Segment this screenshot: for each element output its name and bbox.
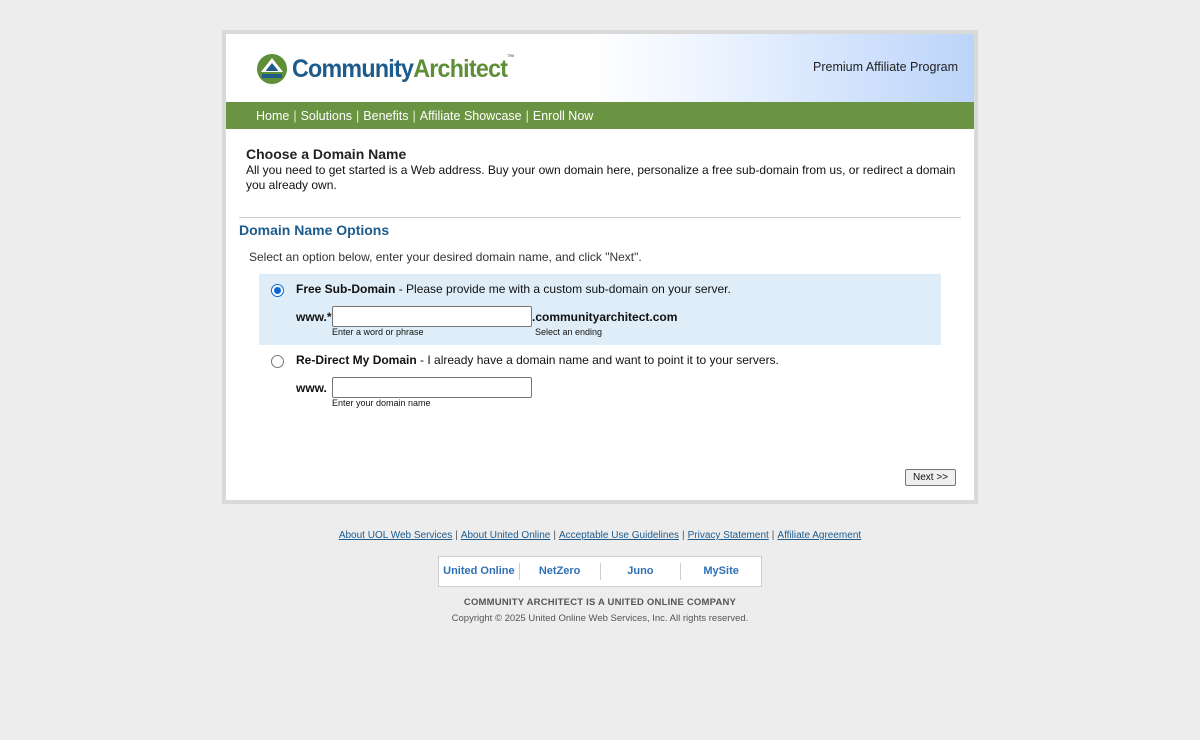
trademark-symbol: ™	[507, 52, 515, 62]
intro-text: All you need to get started is a Web add…	[246, 163, 956, 192]
option-title: Free Sub-Domain	[296, 282, 396, 296]
instructions-text: Select an option below, enter your desir…	[249, 250, 642, 264]
nav-benefits[interactable]: Benefits	[363, 109, 408, 123]
logo-word-community: Community	[292, 54, 414, 83]
nav-home[interactable]: Home	[256, 109, 289, 123]
next-button[interactable]: Next >>	[905, 469, 956, 486]
subdomain-input[interactable]	[332, 306, 532, 327]
nav-separator: |	[525, 108, 529, 123]
content-panel: CommunityArchitect™ Premium Affiliate Pr…	[226, 34, 974, 500]
section-divider	[239, 217, 961, 218]
nav-solutions[interactable]: Solutions	[301, 109, 352, 123]
page-title: Choose a Domain Name	[246, 146, 407, 162]
footer-link-affiliate-agreement[interactable]: Affiliate Agreement	[777, 530, 861, 541]
brand-mysite[interactable]: MySite	[680, 563, 761, 580]
footer-link-about-uol[interactable]: About UOL Web Services	[339, 530, 452, 541]
radio-redirect-domain[interactable]	[271, 355, 284, 368]
footer-separator: |	[553, 530, 556, 541]
option-label: Free Sub-Domain - Please provide me with…	[296, 282, 731, 296]
program-title: Premium Affiliate Program	[813, 60, 958, 74]
www-prefix: www.	[296, 381, 327, 395]
logo[interactable]: CommunityArchitect™	[256, 52, 531, 86]
domain-input[interactable]	[332, 377, 532, 398]
domain-suffix: .communityarchitect.com	[532, 310, 678, 324]
footer-link-privacy[interactable]: Privacy Statement	[688, 530, 769, 541]
option-title: Re-Direct My Domain	[296, 353, 417, 367]
intro: Choose a Domain Name All you need to get…	[246, 146, 962, 193]
copyright: Copyright © 2025 United Online Web Servi…	[451, 613, 749, 624]
brand-united-online[interactable]: United Online	[439, 563, 519, 580]
page-header: CommunityArchitect™ Premium Affiliate Pr…	[226, 34, 974, 102]
brand-netzero[interactable]: NetZero	[518, 563, 600, 580]
domain-hint: Enter your domain name	[332, 398, 431, 408]
footer-separator: |	[771, 530, 775, 541]
footer-link-about-united-online[interactable]: About United Online	[461, 530, 551, 541]
company-statement: COMMUNITY ARCHITECT IS A UNITED ONLINE C…	[463, 597, 737, 608]
logo-word-architect: Architect	[413, 54, 508, 83]
suffix-hint: Select an ending	[535, 327, 603, 337]
main-nav: Home | Solutions | Benefits | Affiliate …	[226, 102, 974, 129]
option-description: - Please provide me with a custom sub-do…	[395, 282, 731, 296]
www-prefix: www.*	[296, 310, 332, 324]
logo-mark-icon	[257, 54, 287, 84]
subdomain-hint: Enter a word or phrase	[332, 327, 424, 337]
section-title: Domain Name Options	[239, 222, 390, 238]
nav-enroll-now[interactable]: Enroll Now	[533, 109, 593, 123]
nav-separator: |	[356, 108, 360, 123]
option-free-subdomain[interactable]: Free Sub-Domain - Please provide me with…	[259, 274, 941, 345]
option-label: Re-Direct My Domain - I already have a d…	[296, 353, 779, 367]
option-description: - I already have a domain name and want …	[416, 353, 779, 367]
nav-separator: |	[412, 108, 416, 123]
nav-separator: |	[293, 108, 297, 123]
logo-text: CommunityArchitect™	[292, 52, 515, 84]
option-redirect-domain[interactable]: Re-Direct My Domain - I already have a d…	[259, 345, 941, 416]
radio-free-subdomain[interactable]	[271, 284, 284, 297]
brand-juno[interactable]: Juno	[599, 563, 681, 580]
footer-separator: |	[455, 530, 458, 541]
nav-affiliate-showcase[interactable]: Affiliate Showcase	[420, 109, 522, 123]
footer-link-acceptable-use[interactable]: Acceptable Use Guidelines	[559, 530, 679, 541]
footer-separator: |	[682, 530, 685, 541]
content-frame: CommunityArchitect™ Premium Affiliate Pr…	[222, 30, 978, 504]
footer-links: About UOL Web Services | About United Onli…	[0, 530, 1200, 541]
brand-links: United Online NetZero Juno MySite	[438, 556, 762, 587]
